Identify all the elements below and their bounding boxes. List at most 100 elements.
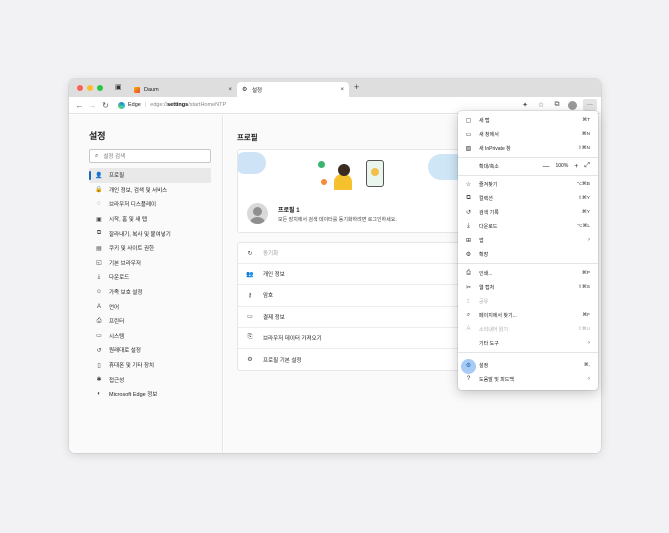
read-aloud-icon[interactable]: ✦ xyxy=(520,101,530,109)
menu-label: 기타 도구 xyxy=(479,340,499,347)
sidebar-item-default-browser[interactable]: ◱ 기본 브라우저 xyxy=(89,256,211,271)
list-item-sync[interactable]: ↻ 동기화 xyxy=(238,243,470,265)
forward-arrow-icon[interactable]: → xyxy=(86,101,99,110)
zoom-level: 100% xyxy=(555,163,569,169)
zoom-out-button[interactable]: — xyxy=(543,163,550,170)
menu-item-apps[interactable]: ⊞ 앱 › xyxy=(458,233,598,247)
sidebar-item-label: 접근성 xyxy=(109,377,125,384)
menu-item-help-feedback[interactable]: ? 도움말 및 피드백 › xyxy=(458,372,598,386)
menu-item-new-window[interactable]: ▭ 새 창에서 ⌘N xyxy=(458,127,598,141)
menu-shortcut: ⌘N xyxy=(581,131,590,137)
refresh-icon[interactable]: ↻ xyxy=(99,101,112,110)
menu-item-new-inprivate[interactable]: ▨ 새 InPrivate 창 ⇧⌘N xyxy=(458,141,598,155)
profile-icon: 👤 xyxy=(95,172,103,179)
sidebar-item-label: 프로필 xyxy=(109,173,125,180)
sidebar-item-reset[interactable]: ↺ 원래대로 설정 xyxy=(89,343,211,358)
menu-item-share[interactable]: ⇪ 공유 xyxy=(458,294,598,308)
list-item-personal-info[interactable]: 👥 개인 정보 xyxy=(238,264,470,286)
help-icon: ? xyxy=(466,376,471,382)
zoom-window-button[interactable] xyxy=(97,85,103,91)
sidebar-item-share-copy-paste[interactable]: ⧉ 잘라내기, 복사 및 붙여넣기 xyxy=(89,226,211,241)
sidebar-item-label: 프린터 xyxy=(109,319,125,326)
sidebar-item-phone-devices[interactable]: ▯ 휴대폰 및 기타 장치 xyxy=(89,358,211,373)
tab-settings[interactable]: ⚙ 설정 × xyxy=(237,82,349,97)
menu-item-new-tab[interactable]: ▢ 새 탭 ⌘T xyxy=(458,113,598,127)
minimize-window-button[interactable] xyxy=(87,85,93,91)
cloud-illustration xyxy=(238,152,266,174)
sidebar-item-privacy[interactable]: 🔒 개인 정보, 검색 및 서비스 xyxy=(89,183,211,198)
menu-item-web-capture[interactable]: ✂ 웹 캡처 ⇧⌘S xyxy=(458,280,598,294)
menu-label: 컬렉션 xyxy=(479,195,493,202)
menu-item-downloads[interactable]: ⤓ 다운로드 ⌥⌘L xyxy=(458,219,598,233)
download-icon: ⤓ xyxy=(467,222,470,229)
sidebar-item-accessibility[interactable]: ✱ 접근성 xyxy=(89,372,211,387)
sidebar-item-family[interactable]: ☺ 가족 보호 설정 xyxy=(89,285,211,300)
tab-actions-icon[interactable]: ▣ xyxy=(115,83,122,91)
web-capture-icon: ✂ xyxy=(465,284,472,291)
sidebar-item-about-edge[interactable]: ◐ Microsoft Edge 정보 xyxy=(89,387,211,402)
sidebar-item-downloads[interactable]: ⤓ 다운로드 xyxy=(89,270,211,285)
tab-title: 설정 xyxy=(252,87,263,94)
close-tab-icon[interactable]: × xyxy=(228,87,232,93)
address-bar[interactable]: Edge | edge:// settings /startHomeNTP xyxy=(118,101,226,109)
menu-label: 새 탭 xyxy=(479,117,490,124)
sidebar-item-cookies[interactable]: ▤ 쿠키 및 사이트 권한 xyxy=(89,241,211,256)
list-item-passwords[interactable]: ⚷ 암호 xyxy=(238,285,470,307)
list-item-profile-preferences[interactable]: ⚙ 프로필 기본 설정 xyxy=(238,349,470,370)
list-item-payment[interactable]: ▭ 결제 정보 xyxy=(238,307,470,328)
sidebar-item-languages[interactable]: A 언어 xyxy=(89,299,211,314)
menu-label: 앱 xyxy=(479,237,484,244)
system-icon: ▭ xyxy=(96,333,102,340)
reset-icon: ↺ xyxy=(96,347,102,354)
close-window-button[interactable] xyxy=(77,85,83,91)
menu-item-print[interactable]: ⎙ 인쇄... ⌘P xyxy=(458,266,598,280)
sidebar-item-label: 휴대폰 및 기타 장치 xyxy=(109,363,155,370)
menu-item-history[interactable]: ↺ 검색 기록 ⌘Y xyxy=(458,205,598,219)
new-tab-button[interactable]: + xyxy=(354,82,359,92)
zoom-in-button[interactable]: + xyxy=(574,163,578,170)
tab-daum[interactable]: Daum × xyxy=(129,82,237,97)
sidebar-item-label: 원래대로 설정 xyxy=(109,348,141,355)
menu-item-read-aloud[interactable]: A 소리내어 읽기 ⇧⌘U xyxy=(458,322,598,336)
zoom-controls: — 100% + ⤢ xyxy=(543,162,591,170)
close-tab-icon[interactable]: × xyxy=(340,87,344,93)
menu-item-find-on-page[interactable]: ⌕ 페이지에서 찾기... ⌘F xyxy=(458,308,598,322)
favorites-star-icon[interactable]: ☆ xyxy=(536,101,546,109)
favorites-icon: ☆ xyxy=(465,181,472,188)
apps-icon: ⊞ xyxy=(465,237,472,244)
phone-icon: ▯ xyxy=(97,362,101,369)
fullscreen-icon[interactable]: ⤢ xyxy=(584,162,590,170)
sidebar-item-profile[interactable]: 👤 프로필 xyxy=(89,168,211,183)
sidebar-item-label: 시작, 홈 및 새 탭 xyxy=(109,217,148,224)
profile-avatar[interactable] xyxy=(568,100,577,110)
home-tab-icon: ▣ xyxy=(96,216,102,223)
menu-shortcut: ⌘F xyxy=(582,312,590,318)
menu-item-favorites[interactable]: ☆ 즐겨찾기 ⌥⌘B xyxy=(458,177,598,191)
menu-shortcut: ⌥⌘L xyxy=(577,223,590,229)
settings-search-input[interactable]: ⌕ 설정 검색 xyxy=(89,149,211,163)
sidebar-item-printers[interactable]: ⎙ 프린터 xyxy=(89,314,211,329)
url-host: settings xyxy=(167,102,189,108)
browser-icon: ◱ xyxy=(96,260,102,267)
profile-description: 모든 장치에서 검색 데이터를 동기화하려면 로그인하세요. xyxy=(278,216,397,223)
back-arrow-icon[interactable]: ← xyxy=(73,101,86,110)
list-item-import[interactable]: ⎘ 브라우저 데이터 가져오기 xyxy=(238,328,470,349)
accessibility-icon: ✱ xyxy=(96,377,102,384)
sidebar-item-system[interactable]: ▭ 시스템 xyxy=(89,329,211,344)
menu-item-extensions[interactable]: ⚙ 확장 xyxy=(458,247,598,261)
menu-item-settings[interactable]: ⚙ 설정 ⌘, xyxy=(458,358,598,374)
person-illustration xyxy=(334,174,352,190)
search-icon: ⌕ xyxy=(95,152,99,159)
more-menu-button[interactable]: ··· xyxy=(583,99,597,111)
printer-icon: ⎙ xyxy=(96,317,102,324)
menu-divider xyxy=(458,352,598,353)
menu-item-more-tools[interactable]: 기타 도구 › xyxy=(458,336,598,350)
menu-label: 검색 기록 xyxy=(479,209,499,216)
sidebar-item-start-home[interactable]: ▣ 시작, 홈 및 새 탭 xyxy=(89,212,211,227)
menu-shortcut: ⌘T xyxy=(582,117,590,123)
collections-icon[interactable]: ⧉ xyxy=(552,101,562,109)
profile-row[interactable]: 프로필 1 모든 장치에서 검색 데이터를 동기화하려면 로그인하세요. xyxy=(247,203,470,224)
menu-item-collections[interactable]: ⧉ 컬렉션 ⇧⌘Y xyxy=(458,191,598,205)
sidebar-item-appearance[interactable]: ◌ 브라우저 디스플레이 xyxy=(89,197,211,212)
settings-and-more-menu: ▢ 새 탭 ⌘T ▭ 새 창에서 ⌘N ▨ 새 InPrivate 창 ⇧⌘N 확대/축소 … xyxy=(458,111,598,390)
